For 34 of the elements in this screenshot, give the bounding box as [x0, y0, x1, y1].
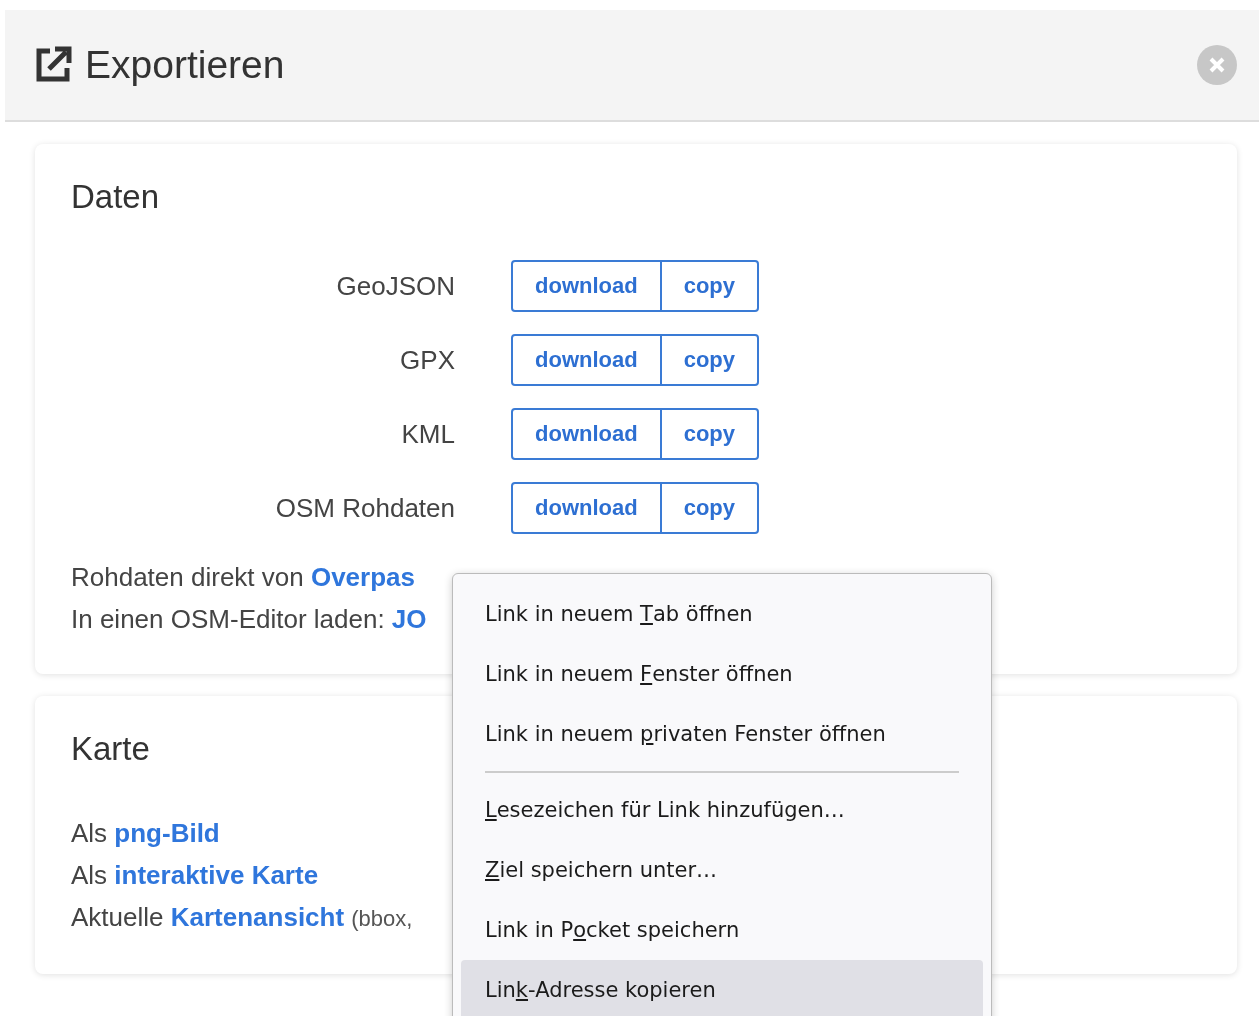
- format-label: OSM Rohdaten: [274, 492, 455, 524]
- menu-item[interactable]: Link in neuem Fenster öffnen: [461, 644, 983, 704]
- line-text: Als: [71, 817, 109, 850]
- copy-button[interactable]: copy: [659, 482, 759, 534]
- line-text: Aktuelle: [71, 901, 165, 934]
- copy-button[interactable]: copy: [659, 408, 759, 460]
- text-link[interactable]: Overpas: [310, 556, 415, 598]
- menu-item[interactable]: Link in neuem Tab öffnen: [461, 584, 983, 644]
- text-link[interactable]: png-Bild: [114, 812, 220, 854]
- line-text: In einen OSM-Editor laden:: [71, 603, 386, 636]
- card-heading: Karte: [71, 730, 150, 768]
- download-button[interactable]: download: [511, 408, 662, 460]
- format-label: GPX: [399, 344, 455, 376]
- close-icon[interactable]: [1197, 45, 1237, 85]
- copy-button[interactable]: copy: [659, 260, 759, 312]
- text-link[interactable]: JO: [391, 598, 427, 640]
- dialog-title: Exportieren: [85, 43, 286, 87]
- text-link[interactable]: Kartenansicht: [170, 896, 345, 938]
- card-heading: Daten: [71, 178, 160, 216]
- text-link[interactable]: interaktive Karte: [114, 854, 319, 896]
- note-text: (bbox,: [351, 905, 413, 933]
- download-button[interactable]: download: [511, 334, 662, 386]
- format-label: GeoJSON: [335, 270, 455, 302]
- line-text: Rohdaten direkt von: [71, 561, 305, 594]
- copy-button[interactable]: copy: [659, 334, 759, 386]
- download-button[interactable]: download: [511, 260, 662, 312]
- menu-item[interactable]: Link-Adresse kopieren: [461, 960, 983, 1016]
- menu-item[interactable]: Lesezeichen für Link hinzufügen…: [461, 780, 983, 840]
- download-button[interactable]: download: [511, 482, 662, 534]
- menu-item[interactable]: Link in Pocket speichern: [461, 900, 983, 960]
- line-text: Als: [71, 859, 109, 892]
- menu-item[interactable]: Link in neuem privaten Fenster öffnen: [461, 704, 983, 764]
- format-label: KML: [400, 418, 455, 450]
- menu-item[interactable]: Ziel speichern unter…: [461, 840, 983, 900]
